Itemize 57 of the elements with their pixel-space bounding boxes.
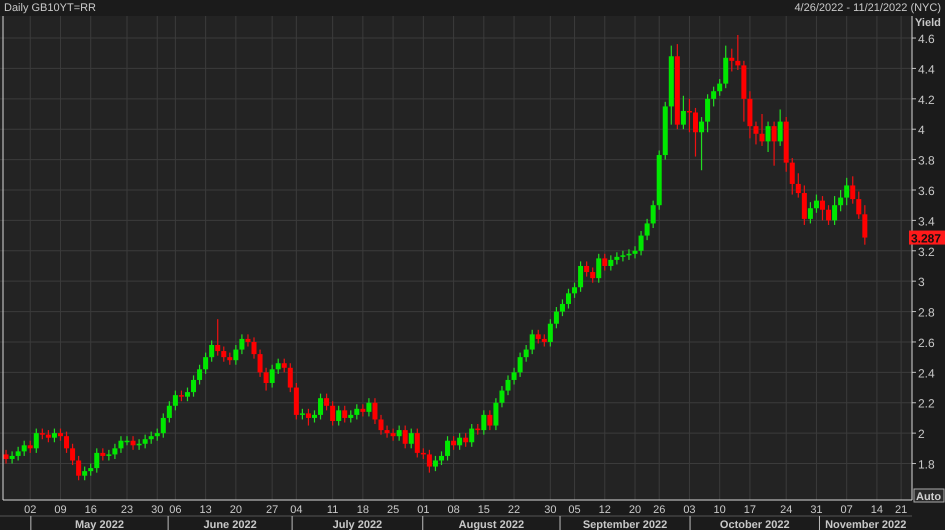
x-axis-label: 15 [478,504,490,516]
x-axis-label: 10 [714,504,726,516]
x-axis-label: 08 [447,504,460,516]
month-label: August 2022 [458,519,524,530]
y-axis-label: 4.6 [918,32,935,46]
month-label: June 2022 [204,519,257,530]
month-label: July 2022 [332,519,382,530]
x-axis-label: 17 [744,504,756,516]
y-axis-label: 4 [918,123,925,138]
x-axis-label: 20 [628,504,642,516]
x-axis-label: 04 [290,504,302,516]
y-axis-label: 2 [918,427,925,442]
x-axis-label: 20 [230,504,242,516]
x-axis-label: 05 [568,504,581,516]
auto-button[interactable]: Auto [914,488,944,503]
y-axis-label: 2.2 [918,396,935,411]
x-axis-label: 21 [895,504,908,516]
month-label: May 2022 [75,519,124,530]
y-axis-label: 2.8 [918,306,935,320]
x-axis-label: 22 [508,504,520,516]
x-axis-label: 25 [386,504,400,516]
x-axis-label: 31 [810,504,823,516]
y-axis-label: 3.2 [918,244,935,259]
x-axis-label: 30 [544,504,556,516]
x-axis-label: 24 [780,504,792,516]
x-axis-label: 27 [266,504,278,516]
y-axis-label: 4.4 [918,62,935,76]
x-axis-label: 12 [598,504,611,516]
x-axis-label: 14 [870,504,884,516]
month-label: October 2022 [720,519,790,530]
y-axis-label: 3.4 [918,214,935,228]
month-label: September 2022 [582,519,668,530]
x-axis-label: 30 [151,504,164,516]
x-axis-label: 06 [169,504,182,516]
x-axis-label: 16 [84,504,97,516]
x-axis-label: 11 [326,504,338,516]
date-range: 4/26/2022 - 11/21/2022 (NYC) [794,2,941,14]
y-axis-label: 3 [918,275,925,290]
y-axis-label: 2.6 [918,336,935,350]
x-axis-label: 13 [200,504,212,516]
last-price-tag: 3.287 [909,230,945,246]
y-axis-title: Yield [915,17,941,29]
x-axis-label: 18 [356,504,369,516]
y-axis-label: 3.8 [918,154,935,168]
x-axis-label: 01 [417,504,430,516]
x-axis-label: 02 [24,504,36,516]
y-axis-label: 2.4 [918,366,935,380]
x-axis-label: 09 [54,504,67,516]
chart-title: Daily GB10YT=RR [4,2,96,14]
x-axis-label: 23 [120,504,134,516]
x-axis-label: 03 [683,504,696,516]
month-label: November 2022 [825,519,906,530]
y-axis-label: 3.6 [918,184,935,198]
y-axis-label: 4.2 [918,92,935,107]
y-axis-label: 1.8 [918,458,935,472]
x-axis-label: 07 [840,504,853,516]
x-axis-label: 26 [653,504,666,516]
